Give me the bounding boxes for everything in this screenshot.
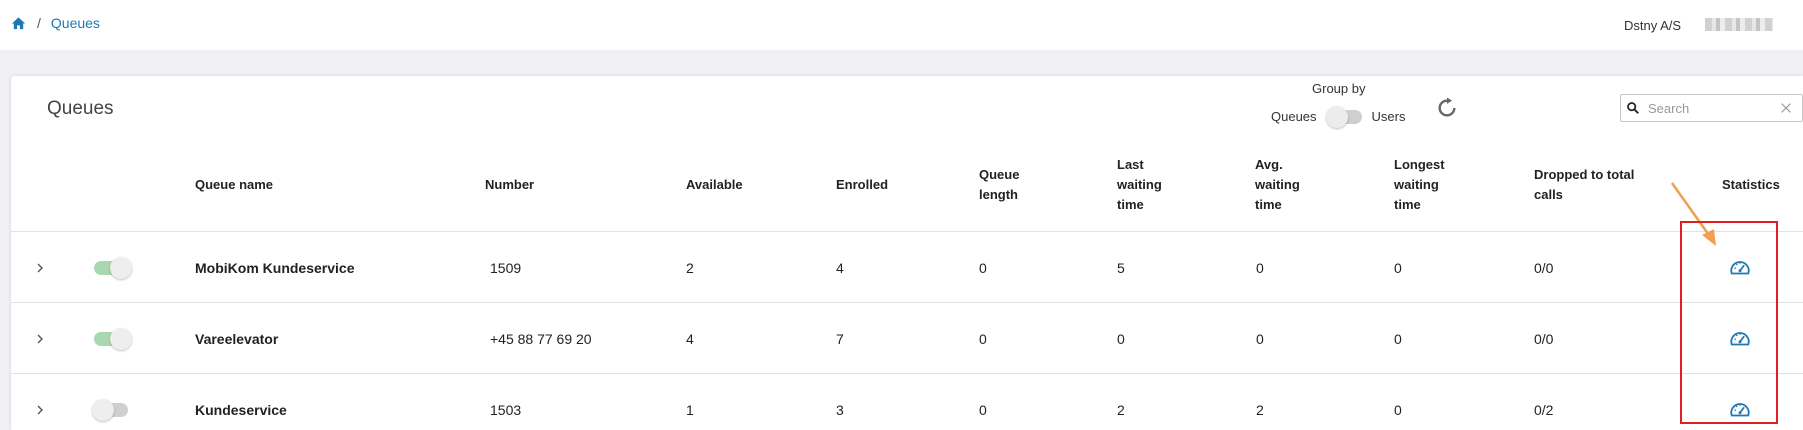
header-line: length xyxy=(979,187,1018,202)
refresh-icon[interactable] xyxy=(1436,97,1458,119)
queue-last-waiting-time: 2 xyxy=(1117,401,1125,418)
search-icon xyxy=(1627,102,1639,114)
queue-available: 1 xyxy=(686,401,694,418)
breadcrumb: / Queues xyxy=(11,15,100,31)
column-header-dropped-to-total-calls[interactable]: Dropped to total calls xyxy=(1534,165,1634,205)
queue-longest-waiting-time: 0 xyxy=(1394,401,1402,418)
column-header-queue-name[interactable]: Queue name xyxy=(195,175,273,195)
expand-cell xyxy=(34,232,46,303)
group-by-control: Queues Users xyxy=(1271,105,1406,128)
toggle-knob xyxy=(92,398,114,421)
queue-name: Vareelevator xyxy=(195,330,279,347)
column-header-enrolled[interactable]: Enrolled xyxy=(836,175,888,195)
header-line: Last xyxy=(1117,157,1144,172)
column-header-avg-waiting-time[interactable]: Avg. waiting time xyxy=(1255,155,1300,215)
group-by-queues-label: Queues xyxy=(1271,109,1317,124)
queue-last-waiting-time: 5 xyxy=(1117,259,1125,276)
header-line: Longest xyxy=(1394,157,1445,172)
chevron-right-icon[interactable] xyxy=(34,333,46,345)
header-line: waiting xyxy=(1394,177,1439,192)
chevron-right-icon[interactable] xyxy=(34,404,46,416)
header-line: time xyxy=(1255,197,1282,212)
header-line: waiting xyxy=(1255,177,1300,192)
table-row: Vareelevator +45 88 77 69 20 4 7 0 0 0 0… xyxy=(11,303,1803,374)
toggle-knob xyxy=(1325,105,1348,128)
group-by-users-label: Users xyxy=(1371,109,1406,124)
annotation-highlight-box xyxy=(1680,221,1778,424)
queue-enabled-toggle[interactable] xyxy=(94,256,132,279)
queue-enabled-toggle[interactable] xyxy=(94,327,132,350)
header-line: waiting xyxy=(1117,177,1162,192)
queue-enabled-toggle[interactable] xyxy=(92,398,128,421)
breadcrumb-separator: / xyxy=(37,15,41,31)
queue-length: 0 xyxy=(979,259,987,276)
table-row: Kundeservice 1503 1 3 0 2 2 0 0/2 xyxy=(11,374,1803,430)
page-title: Queues xyxy=(47,98,114,119)
top-bar: / Queues Dstny A/S xyxy=(0,0,1803,50)
search-box xyxy=(1620,94,1803,122)
queue-length: 0 xyxy=(979,401,987,418)
queue-dropped-calls: 0/0 xyxy=(1534,330,1554,347)
queue-length: 0 xyxy=(979,330,987,347)
group-by-label: Group by xyxy=(1312,81,1366,96)
queue-name: Kundeservice xyxy=(195,401,287,418)
column-header-longest-waiting-time[interactable]: Longest waiting time xyxy=(1394,155,1445,215)
company-name: Dstny A/S xyxy=(1624,18,1682,33)
chevron-right-icon[interactable] xyxy=(34,262,46,274)
queue-enrolled: 7 xyxy=(836,330,844,347)
queue-avg-waiting-time: 0 xyxy=(1256,259,1264,276)
queue-last-waiting-time: 0 xyxy=(1117,330,1125,347)
header-line: time xyxy=(1394,197,1421,212)
close-icon[interactable] xyxy=(1779,101,1793,115)
queue-name: MobiKom Kundeservice xyxy=(195,259,355,276)
queue-number: +45 88 77 69 20 xyxy=(490,330,592,347)
queue-enabled-cell xyxy=(94,232,132,303)
header-line: Avg. xyxy=(1255,157,1283,172)
column-header-available[interactable]: Available xyxy=(686,175,743,195)
expand-cell xyxy=(34,374,46,430)
queue-available: 2 xyxy=(686,259,694,276)
queue-longest-waiting-time: 0 xyxy=(1394,259,1402,276)
toggle-knob xyxy=(110,256,132,279)
toggle-knob xyxy=(110,327,132,350)
queue-number: 1509 xyxy=(490,259,522,276)
queue-dropped-calls: 0/2 xyxy=(1534,401,1554,418)
queue-enabled-cell xyxy=(92,374,128,430)
header-line: Dropped to total xyxy=(1534,167,1635,182)
header-line: Queue xyxy=(979,167,1020,182)
column-header-statistics: Statistics xyxy=(1722,177,1780,192)
group-by-toggle[interactable] xyxy=(1325,105,1362,128)
header-line: calls xyxy=(1534,187,1563,202)
queue-available: 4 xyxy=(686,330,694,347)
breadcrumb-queues-link[interactable]: Queues xyxy=(51,15,100,31)
header-line: time xyxy=(1117,197,1144,212)
blurred-user-name xyxy=(1705,18,1773,31)
table-row: MobiKom Kundeservice 1509 2 4 0 5 0 0 0/… xyxy=(11,232,1803,303)
queue-enrolled: 3 xyxy=(836,401,844,418)
queue-avg-waiting-time: 2 xyxy=(1256,401,1264,418)
home-icon[interactable] xyxy=(11,16,26,31)
queue-enrolled: 4 xyxy=(836,259,844,276)
column-header-queue-length[interactable]: Queue length xyxy=(979,165,1019,205)
column-header-last-waiting-time[interactable]: Last waiting time xyxy=(1117,155,1162,215)
queue-longest-waiting-time: 0 xyxy=(1394,330,1402,347)
search-input[interactable] xyxy=(1648,100,1773,116)
queue-enabled-cell xyxy=(94,303,132,374)
queue-dropped-calls: 0/0 xyxy=(1534,259,1554,276)
column-header-number[interactable]: Number xyxy=(485,175,534,195)
queue-avg-waiting-time: 0 xyxy=(1256,330,1264,347)
queue-number: 1503 xyxy=(490,401,522,418)
queues-card: Queues Group by Queues Users Queue name … xyxy=(11,76,1803,430)
expand-cell xyxy=(34,303,46,374)
